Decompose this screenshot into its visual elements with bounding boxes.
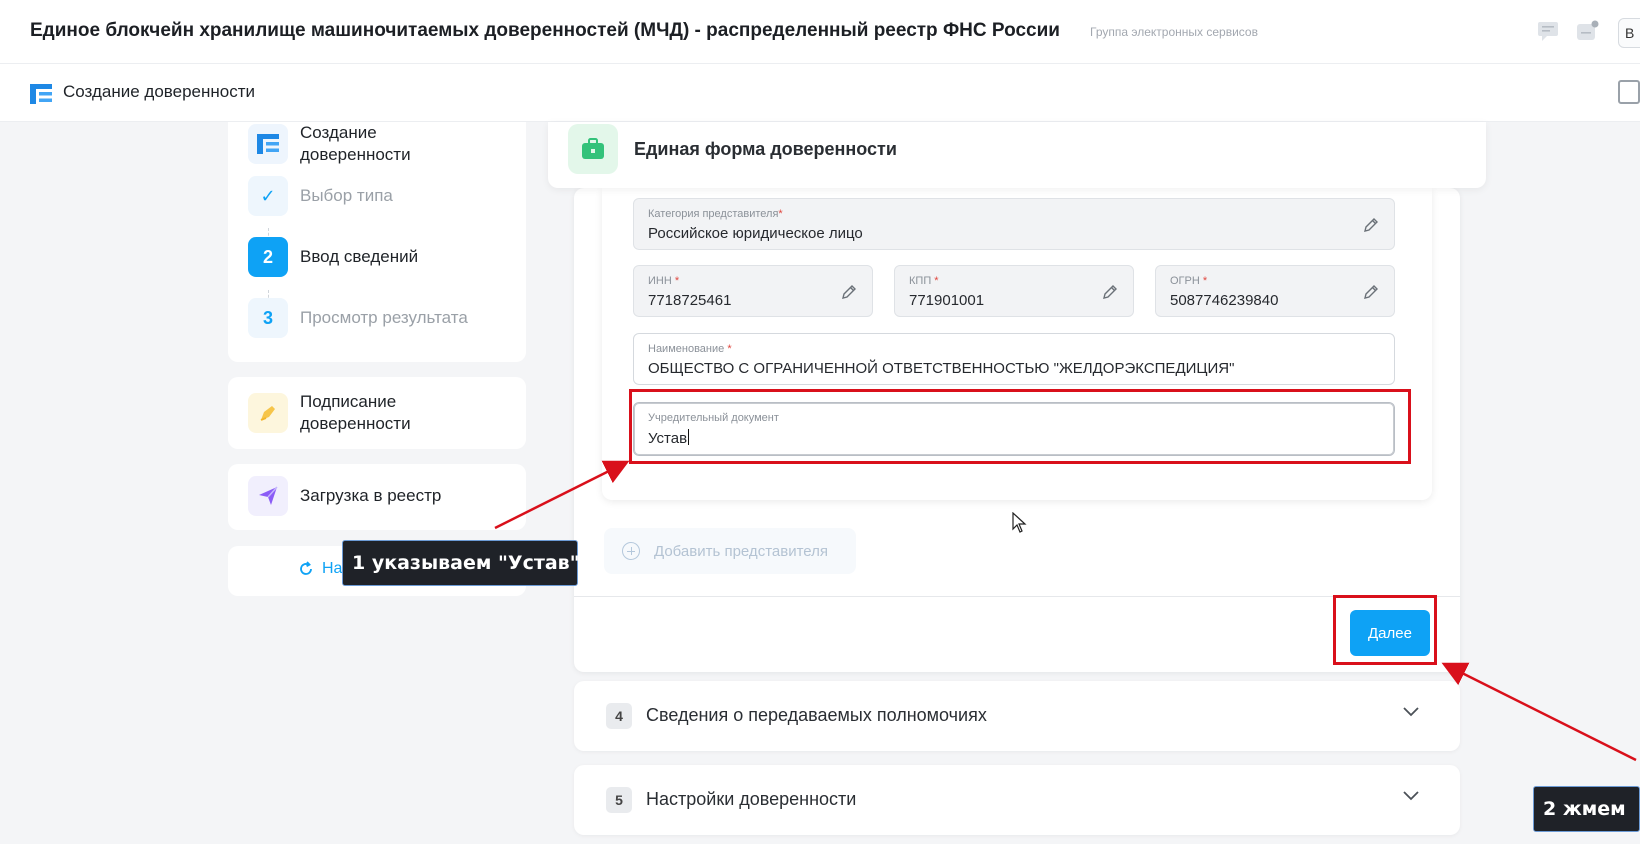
name-label: Наименование [648, 343, 725, 355]
category-label: Категория представителя [648, 208, 779, 220]
pencil-icon[interactable] [1362, 216, 1380, 234]
step-item-review[interactable]: 3 Просмотр результата [248, 298, 468, 338]
add-representative-label: Добавить представителя [654, 542, 829, 560]
calculator-icon[interactable] [1618, 80, 1640, 104]
mouse-cursor-icon [1012, 512, 1027, 533]
step-upload-row: Загрузка в реестр [248, 476, 441, 516]
callout-step-2: 2 жмем [1533, 786, 1640, 832]
inn-value: 7718725461 [648, 292, 732, 309]
section-settings[interactable]: 5 Настройки доверенности [574, 765, 1460, 835]
highlight-founding-document [629, 389, 1411, 464]
create-form-icon [248, 124, 288, 164]
section-title: Сведения о передаваемых полномочиях [646, 705, 987, 725]
refresh-icon [300, 561, 312, 575]
chat-icon[interactable] [1536, 20, 1560, 42]
step-item-label: Просмотр результата [300, 308, 468, 327]
ogrn-field[interactable]: ОГРН * 5087746239840 [1155, 265, 1395, 317]
kpp-value: 771901001 [909, 292, 985, 309]
step-sign-label: Подписание доверенности [300, 392, 411, 433]
step-create: Создание доверенности [248, 122, 460, 166]
steps-panel: Создание доверенности ✓ Выбор типа 2 Вво… [228, 122, 526, 362]
step-item-input[interactable]: 2 Ввод сведений [248, 237, 418, 277]
required-mark: * [674, 275, 680, 287]
app-subtitle[interactable]: Группа электронных сервисов [1090, 25, 1258, 39]
chevron-down-icon[interactable] [1402, 705, 1420, 717]
form-header: Единая форма доверенности [548, 122, 1486, 188]
required-mark: * [778, 208, 783, 220]
step-create-label: Создание доверенности [300, 123, 411, 164]
category-value: Российское юридическое лицо [648, 225, 863, 242]
pencil-icon[interactable] [1362, 283, 1380, 301]
page-header: Создание доверенности [0, 64, 1640, 122]
step-number-badge: 2 [248, 237, 288, 277]
chevron-down-icon[interactable] [1402, 789, 1420, 801]
callout-step-1: 1 указываем "Устав" [342, 540, 580, 586]
form-title: Единая форма доверенности [634, 139, 897, 159]
plus-circle-icon [622, 542, 640, 560]
briefcase-icon [568, 124, 618, 174]
kpp-field[interactable]: КПП * 771901001 [894, 265, 1134, 317]
section-number: 5 [606, 787, 632, 813]
send-icon [248, 476, 288, 516]
user-avatar[interactable]: В [1618, 18, 1640, 48]
add-representative-button[interactable]: Добавить представителя [604, 528, 856, 574]
step-sign-row: Подписание доверенности [248, 391, 460, 435]
ogrn-label: ОГРН [1170, 275, 1200, 287]
name-value: ОБЩЕСТВО С ОГРАНИЧЕННОЙ ОТВЕТСТВЕННОСТЬЮ… [648, 360, 1235, 377]
document-form-icon [30, 84, 52, 104]
section-number: 4 [606, 703, 632, 729]
required-mark: * [727, 343, 732, 355]
step-item-label: Ввод сведений [300, 247, 419, 266]
category-field[interactable]: Категория представителя* Российское юрид… [633, 198, 1395, 250]
page-title: Создание доверенности [63, 82, 255, 101]
pencil-icon[interactable] [1101, 283, 1119, 301]
name-field[interactable]: Наименование * ОБЩЕСТВО С ОГРАНИЧЕННОЙ О… [633, 333, 1395, 385]
arrow-to-button [1441, 662, 1637, 762]
top-bar: Единое блокчейн хранилище машиночитаемых… [0, 0, 1640, 64]
notifications-icon[interactable] [1575, 20, 1599, 42]
section-powers[interactable]: 4 Сведения о передаваемых полномочиях [574, 681, 1460, 751]
app-title: Единое блокчейн хранилище машиночитаемых… [30, 20, 1060, 41]
step-item-type[interactable]: ✓ Выбор типа [248, 176, 393, 216]
step-upload-label: Загрузка в реестр [300, 486, 442, 505]
pen-sign-icon [248, 393, 288, 433]
divider [574, 596, 1460, 597]
step-upload[interactable]: Загрузка в реестр [228, 464, 526, 530]
step-sign[interactable]: Подписание доверенности [228, 377, 526, 449]
highlight-next-button [1333, 595, 1437, 665]
required-mark: * [1202, 275, 1208, 287]
check-icon: ✓ [248, 176, 288, 216]
ogrn-value: 5087746239840 [1170, 292, 1279, 309]
kpp-label: КПП [909, 275, 932, 287]
step-item-label: Выбор типа [300, 186, 393, 205]
inn-field[interactable]: ИНН * 7718725461 [633, 265, 873, 317]
section-title: Настройки доверенности [646, 789, 857, 809]
required-mark: * [934, 275, 939, 287]
inn-label: ИНН [648, 275, 672, 287]
step-number-badge: 3 [248, 298, 288, 338]
pencil-icon[interactable] [840, 283, 858, 301]
